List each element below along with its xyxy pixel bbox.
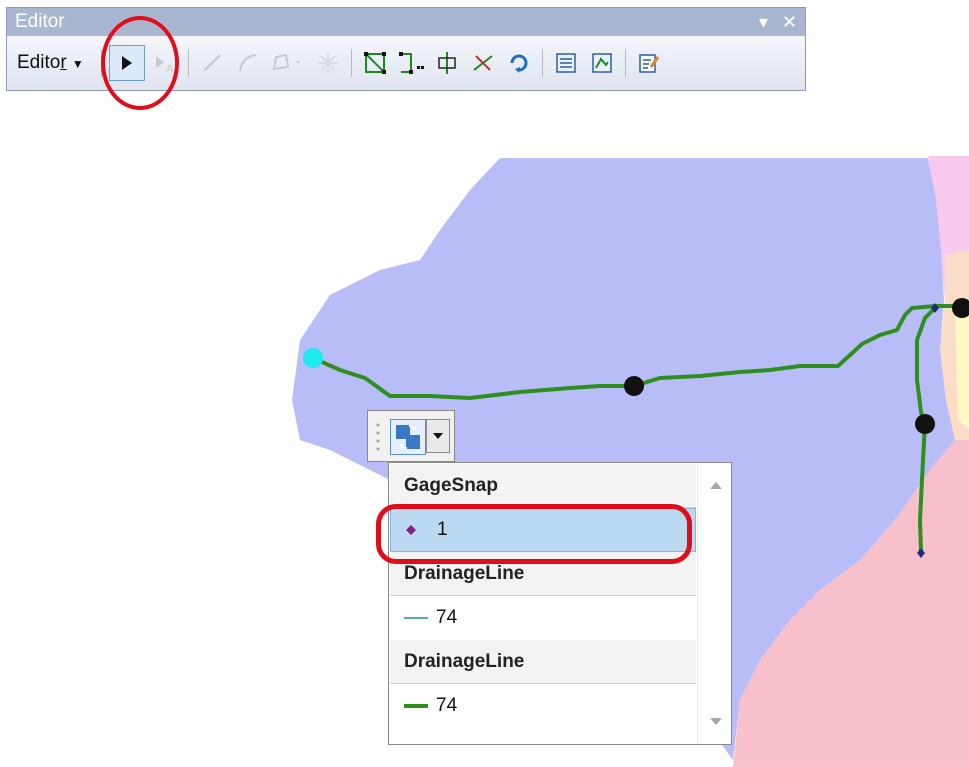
sketch-properties-icon (592, 53, 612, 73)
junction-node-icon (915, 414, 935, 434)
junction-node-icon (624, 376, 644, 396)
edit-tool-highlight (101, 16, 179, 110)
scroll-up-icon[interactable] (710, 482, 722, 489)
thin-line-icon (404, 615, 436, 621)
cut-polygons-icon (473, 55, 493, 71)
group-header-drainageline: DrainageLine (390, 640, 696, 684)
chevron-down-icon: ▼ (71, 57, 84, 71)
cut-polygons-button[interactable] (467, 47, 499, 79)
list-item-value: 74 (436, 695, 458, 716)
construction-tools-button[interactable] (268, 47, 308, 79)
grip-icon (376, 423, 380, 451)
sketch-properties-button[interactable] (586, 47, 618, 79)
straight-segment-icon (203, 54, 221, 72)
modify-vertices-button[interactable] (395, 47, 427, 79)
scroll-down-icon[interactable] (710, 718, 722, 725)
editor-menu-label: Edito (17, 52, 61, 73)
list-item-drainageline[interactable]: 74 (390, 684, 696, 728)
thick-line-icon (404, 702, 436, 710)
group-title: DrainageLine (404, 650, 525, 672)
split-tool-button[interactable] (431, 47, 463, 79)
toolbar-separator (350, 49, 352, 77)
toolbar-separator (187, 49, 189, 77)
group-title: GageSnap (404, 474, 498, 496)
popup-scrollbar[interactable] (697, 464, 730, 743)
toolbar-options-icon[interactable]: ▾ (759, 12, 768, 33)
gage-point-icon[interactable] (303, 348, 323, 368)
end-point-arc-icon (238, 54, 256, 72)
split-tool-icon (438, 52, 456, 74)
editor-menu-accelerator: r (60, 52, 67, 73)
reshape-feature-icon (317, 53, 338, 73)
list-item-drainageline[interactable]: 74 (390, 596, 696, 640)
attributes-icon (556, 53, 576, 73)
editor-menu-button[interactable]: Editor ▼ (13, 46, 88, 80)
toolbar-separator (541, 49, 543, 77)
end-point-arc-button[interactable] (232, 47, 264, 79)
chevron-down-icon (433, 433, 443, 439)
toolbar-separator (624, 49, 626, 77)
edit-vertices-icon (363, 52, 386, 74)
switch-selection-button[interactable] (390, 419, 426, 455)
selection-chip[interactable] (367, 410, 455, 462)
edit-vertices-button[interactable] (359, 47, 391, 79)
create-features-button[interactable] (633, 47, 665, 79)
group-header-gagesnap: GageSnap (390, 464, 696, 508)
rotate-tool-button[interactable] (503, 47, 535, 79)
rotate-tool-icon (510, 54, 528, 73)
modify-vertices-icon (398, 52, 424, 74)
create-features-icon (639, 54, 660, 73)
switch-selection-icon (396, 425, 420, 449)
selection-dropdown-button[interactable] (426, 419, 450, 453)
attributes-button[interactable] (550, 47, 582, 79)
gagesnap-row-highlight (376, 504, 692, 564)
straight-segment-button[interactable] (196, 47, 228, 79)
group-title: DrainageLine (404, 562, 525, 584)
editor-title: Editor (15, 11, 65, 32)
construction-tools-icon (272, 53, 300, 71)
list-item-value: 74 (436, 607, 458, 628)
close-icon[interactable]: ✕ (782, 12, 797, 33)
reshape-feature-button[interactable] (312, 47, 344, 79)
